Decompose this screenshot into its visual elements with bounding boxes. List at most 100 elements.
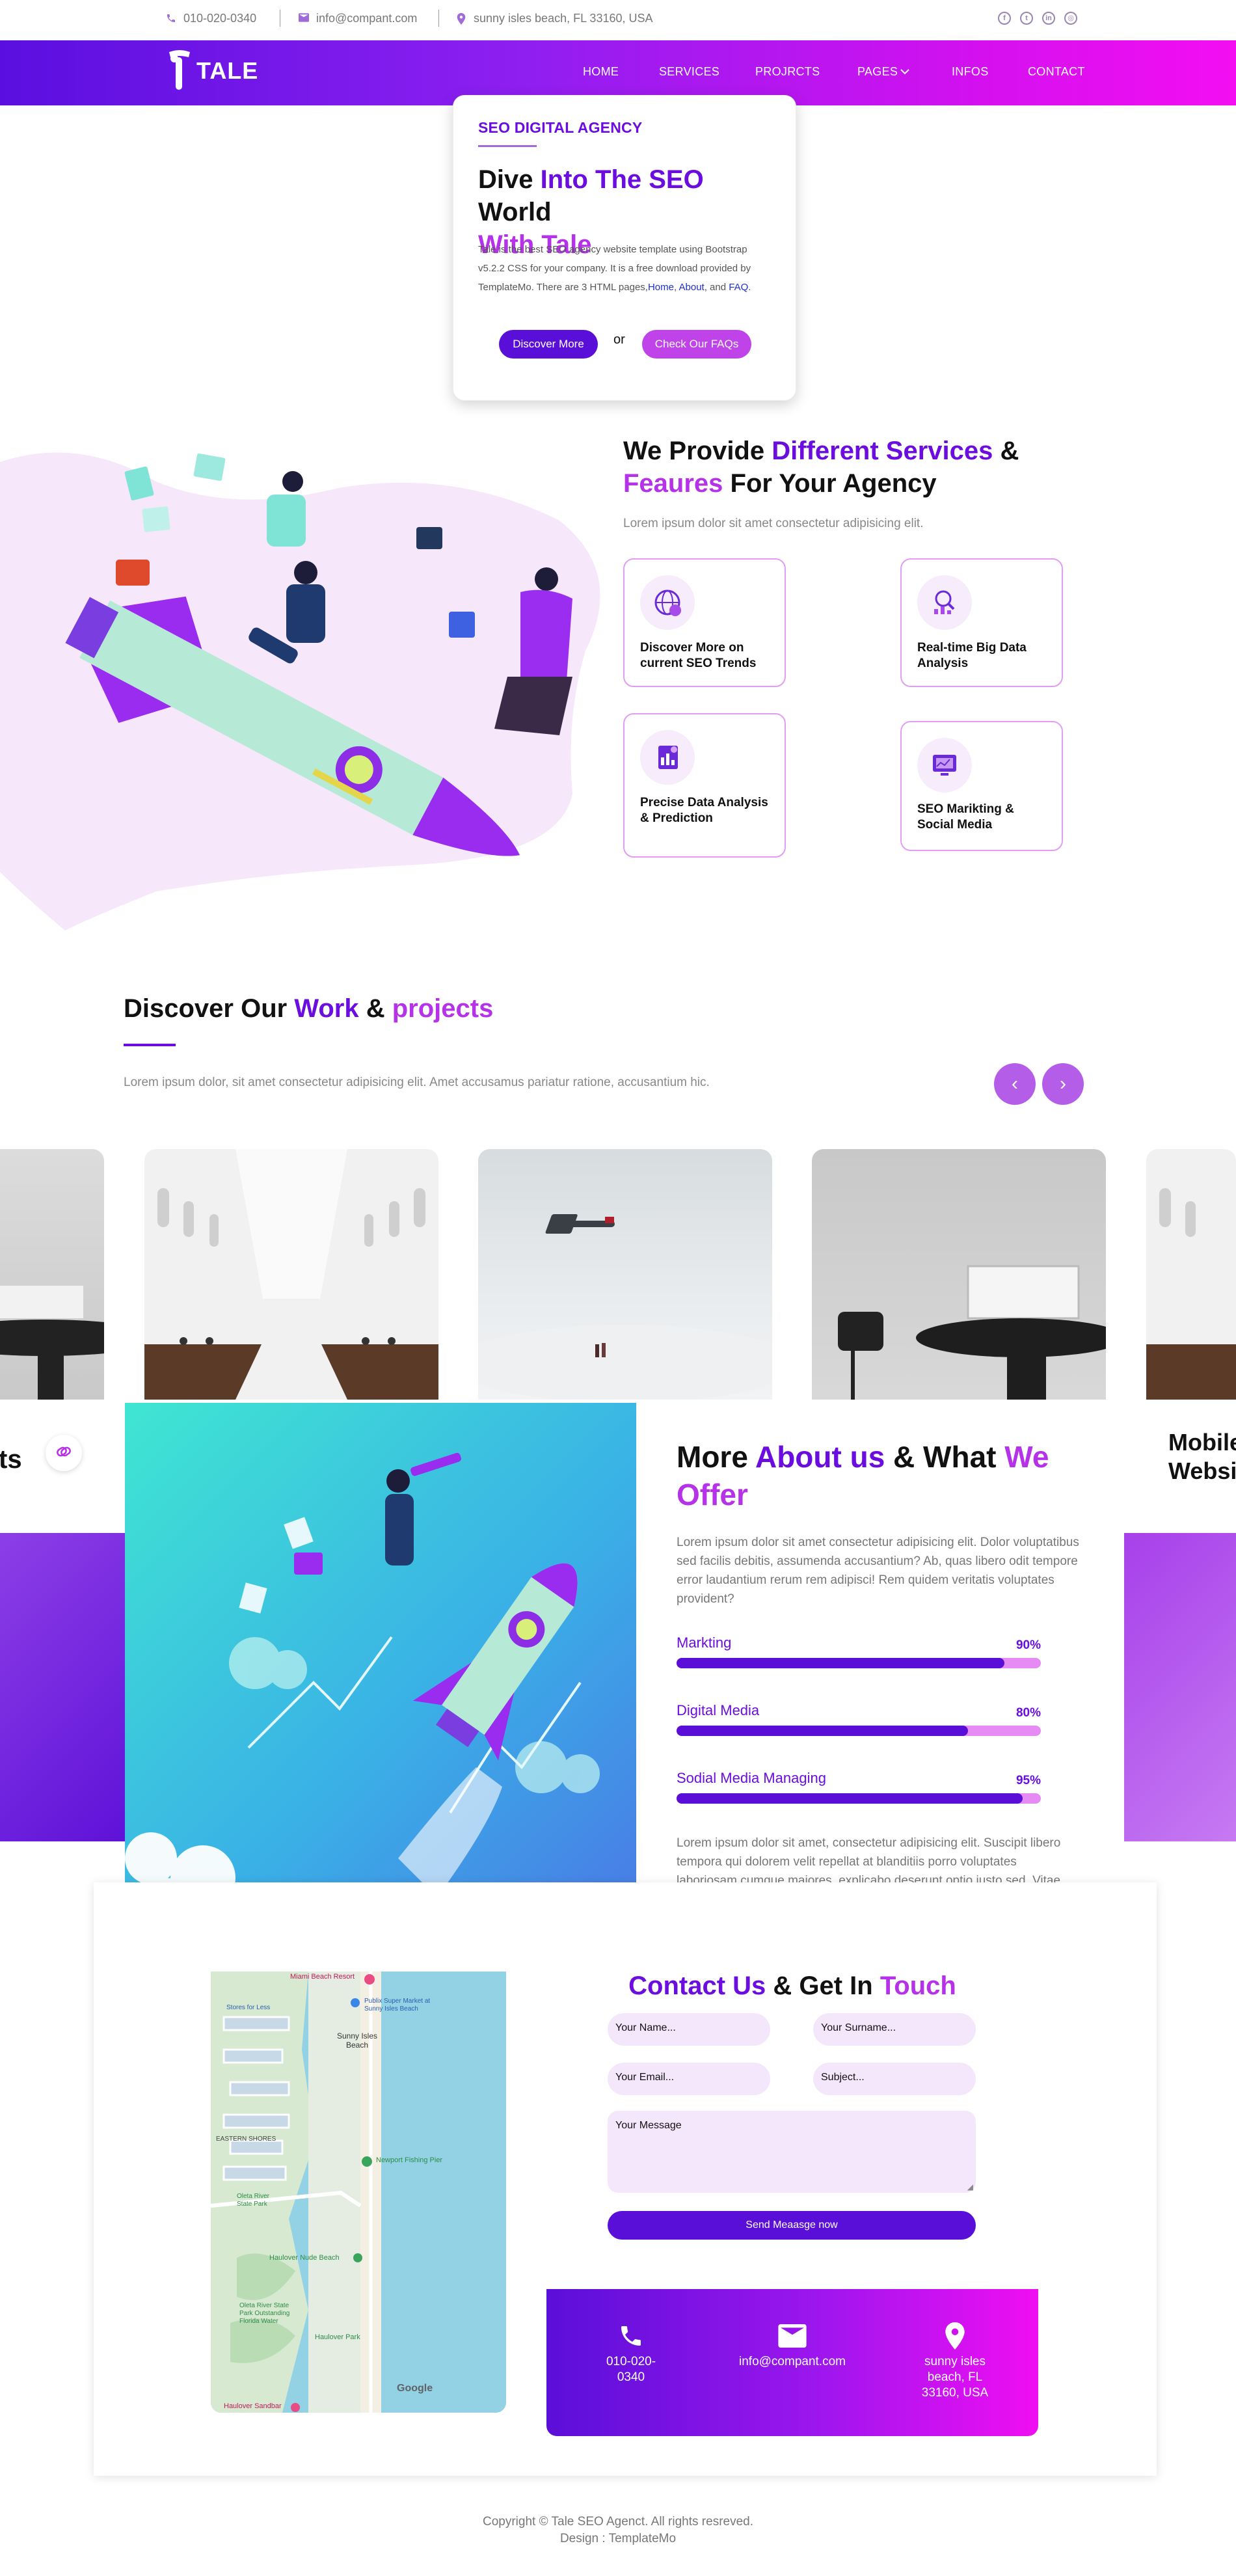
brand-logo[interactable]: TALE xyxy=(165,48,258,94)
contact-info-strip: 010-020-0340 info@compant.com sunny isle… xyxy=(546,2289,1038,2436)
location-map[interactable]: Miami Beach Resort Publix Super Market a… xyxy=(211,1972,506,2413)
project-photo[interactable] xyxy=(144,1149,438,1400)
link-icon xyxy=(55,1443,72,1463)
service-card-label: Real-time Big Data Analysis xyxy=(917,641,1027,670)
work-title: Discover Our Work & projects xyxy=(124,994,493,1024)
map-label: Haulover Sandbar xyxy=(224,2402,282,2410)
map-pin-icon xyxy=(455,12,467,25)
contact-address-text: sunny isles beach, FL 33160, USA xyxy=(921,2355,989,2400)
hero-title-highlight: Into The SEO xyxy=(540,165,704,194)
about-title-highlight: Offer xyxy=(677,1478,748,1512)
linkedin-icon[interactable]: in xyxy=(1042,12,1055,25)
designer-credit[interactable]: Design : TemplateMo xyxy=(0,2530,1236,2547)
nav-pages[interactable]: PAGES xyxy=(857,65,898,79)
nav-home[interactable]: HOME xyxy=(583,65,619,79)
contact-email[interactable]: info@compant.com xyxy=(727,2322,857,2370)
rocket-team-illustration xyxy=(0,452,600,930)
envelope-icon xyxy=(727,2322,857,2350)
skill-fill xyxy=(677,1793,1023,1804)
hero-underline xyxy=(478,145,537,147)
nav-contact[interactable]: CONTACT xyxy=(1028,65,1085,79)
twitter-icon[interactable]: t xyxy=(1020,12,1033,25)
google-logo: Google xyxy=(397,2383,433,2394)
project-card-title: Mobile Websi xyxy=(1168,1428,1236,1485)
service-card[interactable]: Real-time Big Data Analysis xyxy=(900,558,1063,687)
hero-card: SEO DIGITAL AGENCY Dive Into The SEO Wor… xyxy=(453,95,796,401)
send-message-button[interactable]: Send Meaasge now xyxy=(608,2211,976,2240)
message-field[interactable]: Your Message ◢ xyxy=(608,2111,976,2193)
hero-kicker: SEO DIGITAL AGENCY xyxy=(478,119,643,136)
skill-bar: Markting 90% xyxy=(677,1634,1041,1668)
service-card[interactable]: Discover More on current SEO Trends xyxy=(623,558,786,687)
social-links: f t in ◎ xyxy=(998,12,1077,25)
subject-field[interactable]: Subject... xyxy=(813,2063,976,2095)
project-photo[interactable] xyxy=(812,1149,1106,1400)
topbar-phone[interactable]: 010-020-0340 xyxy=(165,12,256,25)
message-placeholder: Your Message xyxy=(615,2120,682,2131)
map-label: Miami Beach Resort xyxy=(290,1973,355,1981)
skill-fill xyxy=(677,1726,968,1736)
check-faqs-button[interactable]: Check Our FAQs xyxy=(642,330,751,359)
skill-bar: Sodial Media Managing 95% xyxy=(677,1770,1041,1804)
about-title: More About us & What We Offer xyxy=(677,1438,1080,1513)
services-subtitle: Lorem ipsum dolor sit amet consectetur a… xyxy=(623,517,924,530)
globe-dollar-icon xyxy=(640,575,695,630)
envelope-icon xyxy=(298,12,310,25)
map-label: Sunny Isles Beach xyxy=(336,2031,378,2050)
facebook-icon[interactable]: f xyxy=(998,12,1011,25)
service-card[interactable]: Precise Data Analysis & Prediction xyxy=(623,713,786,858)
topbar-email-text: info@compant.com xyxy=(316,12,418,25)
nav-services[interactable]: SERVICES xyxy=(659,65,719,79)
carousel-next-button[interactable]: › xyxy=(1042,1063,1084,1105)
name-field[interactable]: Your Name... xyxy=(608,2013,770,2046)
contact-title-highlight: Contact Us xyxy=(628,1972,766,2000)
surname-field[interactable]: Your Surname... xyxy=(813,2013,976,2046)
services-title-text: We Provide xyxy=(623,437,772,465)
project-photo[interactable] xyxy=(478,1149,772,1400)
project-card[interactable]: ts xyxy=(0,1400,104,1508)
services-title-text: & xyxy=(993,437,1019,465)
nav-projects[interactable]: PROJRCTS xyxy=(755,65,820,79)
about-title-highlight: We xyxy=(1004,1440,1049,1474)
skill-track xyxy=(677,1658,1041,1668)
map-label: EASTERN SHORES xyxy=(216,2135,276,2143)
contact-phone-text: 010-020-0340 xyxy=(606,2355,656,2384)
contact-phone[interactable]: 010-020-0340 xyxy=(566,2322,696,2385)
project-photo[interactable] xyxy=(0,1149,104,1400)
map-label: Oleta River State Park xyxy=(237,2193,270,2208)
chevron-left-icon: ‹ xyxy=(1012,1073,1018,1094)
project-card[interactable]: Mobile Websi xyxy=(1145,1400,1236,1508)
faq-link[interactable]: FAQ xyxy=(729,282,748,293)
contact-title-highlight: Touch xyxy=(880,1972,956,2000)
contact-form: Contact Us & Get In Touch Your Name... Y… xyxy=(546,1972,1038,2290)
phone-icon xyxy=(165,13,177,25)
resize-handle-icon[interactable]: ◢ xyxy=(967,2182,973,2191)
services-title-highlight: Different Services xyxy=(772,437,993,465)
divider xyxy=(438,10,439,27)
service-card[interactable]: SEO Marikting & Social Media xyxy=(900,721,1063,851)
discover-more-button[interactable]: Discover More xyxy=(499,330,598,359)
email-field[interactable]: Your Email... xyxy=(608,2063,770,2095)
map-label: Haulover Park xyxy=(315,2333,360,2341)
about-description: Lorem ipsum dolor sit amet consectetur a… xyxy=(677,1536,1079,1606)
skill-track xyxy=(677,1793,1041,1804)
carousel-prev-button[interactable]: ‹ xyxy=(994,1063,1036,1105)
project-card-title-line: Websi xyxy=(1168,1457,1236,1484)
instagram-icon[interactable]: ◎ xyxy=(1064,12,1077,25)
topbar-email[interactable]: info@compant.com xyxy=(298,12,417,25)
about-title-text: & What xyxy=(885,1440,1005,1474)
project-photo[interactable] xyxy=(1146,1149,1236,1400)
work-title-text: & xyxy=(358,994,392,1023)
work-underline xyxy=(124,1044,176,1046)
map-label: Oleta River State Park Outstanding Flori… xyxy=(239,2302,290,2325)
service-card-label: Precise Data Analysis & Prediction xyxy=(640,796,768,825)
work-title-highlight: Work xyxy=(294,994,359,1023)
work-title-text: Discover Our xyxy=(124,994,295,1023)
home-link[interactable]: Home xyxy=(648,282,674,293)
about-link[interactable]: About xyxy=(679,282,705,293)
link-button[interactable] xyxy=(46,1435,82,1471)
about-title-text: More xyxy=(677,1440,755,1474)
work-title-highlight: projects xyxy=(392,994,494,1023)
nav-infos[interactable]: INFOS xyxy=(952,65,989,79)
hero-description-text: , and xyxy=(704,282,729,293)
